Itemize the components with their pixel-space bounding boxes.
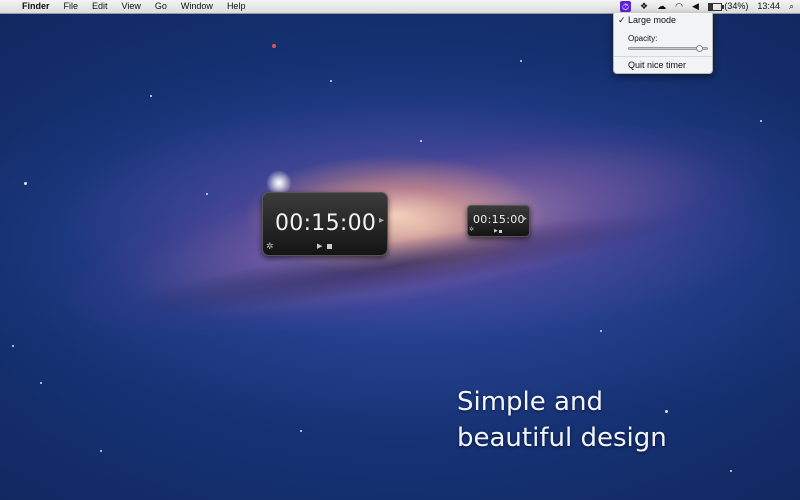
battery-icon — [707, 2, 724, 11]
spotlight-search-icon[interactable]: ⌕ — [789, 0, 794, 13]
star — [420, 140, 422, 142]
menu-file[interactable]: File — [64, 0, 79, 13]
star — [300, 430, 302, 432]
gear-icon[interactable]: ✲ — [469, 226, 474, 233]
menu-bar: Finder File Edit View Go Window Help ⏱ ❖… — [0, 0, 800, 14]
menu-bar-left: Finder File Edit View Go Window Help — [6, 0, 259, 13]
dropbox-icon[interactable]: ❖ — [640, 0, 648, 13]
nice-timer-icon[interactable]: ⏱ — [620, 1, 632, 12]
menu-help[interactable]: Help — [227, 0, 246, 13]
play-icon[interactable]: ▶ — [317, 242, 322, 250]
opacity-label: Opacity: — [628, 34, 658, 43]
checkmark-icon: ✓ — [618, 15, 626, 25]
cloud-icon[interactable]: ☁ — [657, 0, 666, 13]
wifi-icon[interactable]: ◠ — [675, 0, 683, 13]
galaxy-band — [51, 82, 789, 378]
menu-window[interactable]: Window — [181, 0, 213, 13]
chevron-right-icon[interactable]: ▸ — [379, 215, 384, 226]
tagline: Simple and beautiful design — [457, 384, 667, 456]
menu-item-large-mode[interactable]: ✓ Large mode — [614, 14, 712, 27]
menu-view[interactable]: View — [122, 0, 141, 13]
tagline-line-1: Simple and — [457, 387, 603, 417]
menu-item-quit[interactable]: Quit nice timer — [614, 59, 712, 72]
play-icon[interactable]: ▶ — [494, 228, 498, 234]
battery-percent: (34%) — [724, 1, 749, 11]
star — [272, 44, 276, 48]
chevron-right-icon[interactable]: ▸ — [524, 215, 527, 222]
star — [330, 80, 332, 82]
menu-go[interactable]: Go — [155, 0, 167, 13]
stop-icon[interactable] — [499, 230, 502, 233]
stop-icon[interactable] — [327, 244, 332, 249]
timer-display: 00:15:00 — [473, 213, 525, 226]
desktop-wallpaper — [0, 0, 800, 500]
star — [100, 450, 102, 452]
timer-widget-large[interactable]: 00:15:00 ▸ ✲ ▶ — [262, 192, 388, 256]
star — [730, 470, 732, 472]
star — [12, 345, 14, 347]
menu-finder[interactable]: Finder — [22, 0, 50, 13]
status-area: ⏱ ❖ ☁ ◠ ◀ (34%) 13:44 ⌕ — [620, 0, 794, 13]
menu-edit[interactable]: Edit — [92, 0, 108, 13]
star — [24, 182, 27, 185]
star — [40, 382, 42, 384]
battery-status[interactable]: (34%) — [707, 0, 749, 13]
star — [520, 60, 522, 62]
timer-widget-small[interactable]: 00:15:00 ▸ ✲ ▶ — [467, 205, 530, 237]
menu-separator — [614, 56, 712, 57]
gear-icon[interactable]: ✲ — [266, 241, 274, 252]
menu-clock[interactable]: 13:44 — [757, 0, 780, 13]
timer-dropdown-menu: ✓ Large mode Opacity: Quit nice timer — [613, 13, 713, 74]
timer-display: 00:15:00 — [275, 211, 377, 236]
opacity-slider-knob[interactable] — [696, 45, 703, 52]
menu-item-label: Large mode — [628, 15, 677, 25]
menu-item-label: Quit nice timer — [628, 60, 687, 70]
tagline-line-2: beautiful design — [457, 423, 667, 453]
star — [760, 120, 762, 122]
star — [150, 95, 152, 97]
volume-icon[interactable]: ◀ — [692, 0, 699, 13]
star — [600, 330, 602, 332]
opacity-slider[interactable] — [628, 45, 708, 52]
star — [206, 193, 208, 195]
